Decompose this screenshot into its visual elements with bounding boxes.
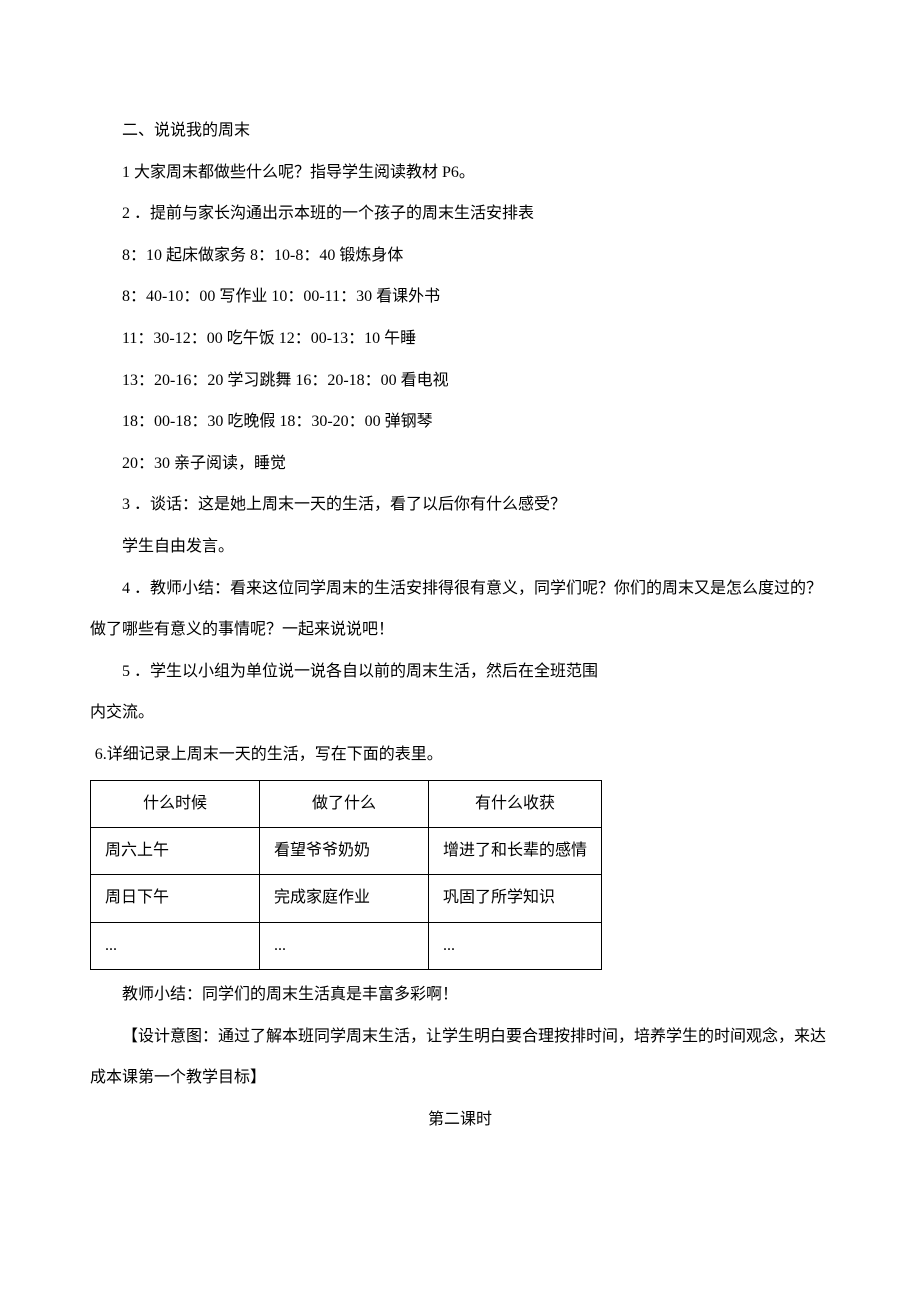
cell-time-2: 周日下午 bbox=[91, 875, 260, 922]
table-row: 周六上午 看望爷爷奶奶 增进了和长辈的感情 bbox=[91, 827, 602, 874]
table-row: 周日下午 完成家庭作业 巩固了所学知识 bbox=[91, 875, 602, 922]
document-page: 二、说说我的周末 1 大家周末都做些什么呢？指导学生阅读教材 P6。 2 ．提前… bbox=[0, 0, 920, 1200]
cell-gain-1: 增进了和长辈的感情 bbox=[429, 827, 602, 874]
teacher-summary: 教师小结：同学们的周末生活真是丰富多彩啊！ bbox=[90, 974, 830, 1016]
table-row: ... ... ... bbox=[91, 922, 602, 969]
cell-activity-2: 完成家庭作业 bbox=[260, 875, 429, 922]
cell-gain-3: ... bbox=[429, 922, 602, 969]
paragraph-5b: 内交流。 bbox=[90, 692, 830, 734]
schedule-line-2: 8：40-10：00 写作业 10：00-11：30 看课外书 bbox=[90, 276, 830, 318]
paragraph-1: 1 大家周末都做些什么呢？指导学生阅读教材 P6。 bbox=[90, 152, 830, 194]
table-header-row: 什么时候 做了什么 有什么收获 bbox=[91, 780, 602, 827]
header-activity: 做了什么 bbox=[260, 780, 429, 827]
weekend-table: 什么时候 做了什么 有什么收获 周六上午 看望爷爷奶奶 增进了和长辈的感情 周日… bbox=[90, 780, 830, 971]
schedule-line-1: 8：10 起床做家务 8：10-8：40 锻炼身体 bbox=[90, 235, 830, 277]
paragraph-3: 3 ．谈话：这是她上周末一天的生活，看了以后你有什么感受？ bbox=[90, 484, 830, 526]
paragraph-5: 5 ．学生以小组为单位说一说各自以前的周末生活，然后在全班范围 bbox=[90, 651, 830, 693]
header-gain: 有什么收获 bbox=[429, 780, 602, 827]
cell-activity-1: 看望爷爷奶奶 bbox=[260, 827, 429, 874]
header-time: 什么时候 bbox=[91, 780, 260, 827]
schedule-line-4: 13：20-16：20 学习跳舞 16：20-18：00 看电视 bbox=[90, 360, 830, 402]
section-heading: 二、说说我的周末 bbox=[90, 110, 830, 152]
schedule-line-6: 20：30 亲子阅读，睡觉 bbox=[90, 443, 830, 485]
paragraph-3b: 学生自由发言。 bbox=[90, 526, 830, 568]
cell-gain-2: 巩固了所学知识 bbox=[429, 875, 602, 922]
paragraph-2: 2 ．提前与家长沟通出示本班的一个孩子的周末生活安排表 bbox=[90, 193, 830, 235]
paragraph-6: 6.详细记录上周末一天的生活，写在下面的表里。 bbox=[90, 734, 830, 776]
weekend-record-table: 什么时候 做了什么 有什么收获 周六上午 看望爷爷奶奶 增进了和长辈的感情 周日… bbox=[90, 780, 602, 971]
cell-activity-3: ... bbox=[260, 922, 429, 969]
cell-time-3: ... bbox=[91, 922, 260, 969]
cell-time-1: 周六上午 bbox=[91, 827, 260, 874]
design-intent: 【设计意图：通过了解本班同学周末生活，让学生明白要合理按排时间，培养学生的时间观… bbox=[90, 1016, 830, 1099]
paragraph-4: 4 ．教师小结：看来这位同学周末的生活安排得很有意义，同学们呢？你们的周末又是怎… bbox=[90, 568, 830, 651]
schedule-line-5: 18：00-18：30 吃晚假 18：30-20：00 弹钢琴 bbox=[90, 401, 830, 443]
second-class-title: 第二课时 bbox=[90, 1099, 830, 1141]
schedule-line-3: 11：30-12：00 吃午饭 12：00-13：10 午睡 bbox=[90, 318, 830, 360]
